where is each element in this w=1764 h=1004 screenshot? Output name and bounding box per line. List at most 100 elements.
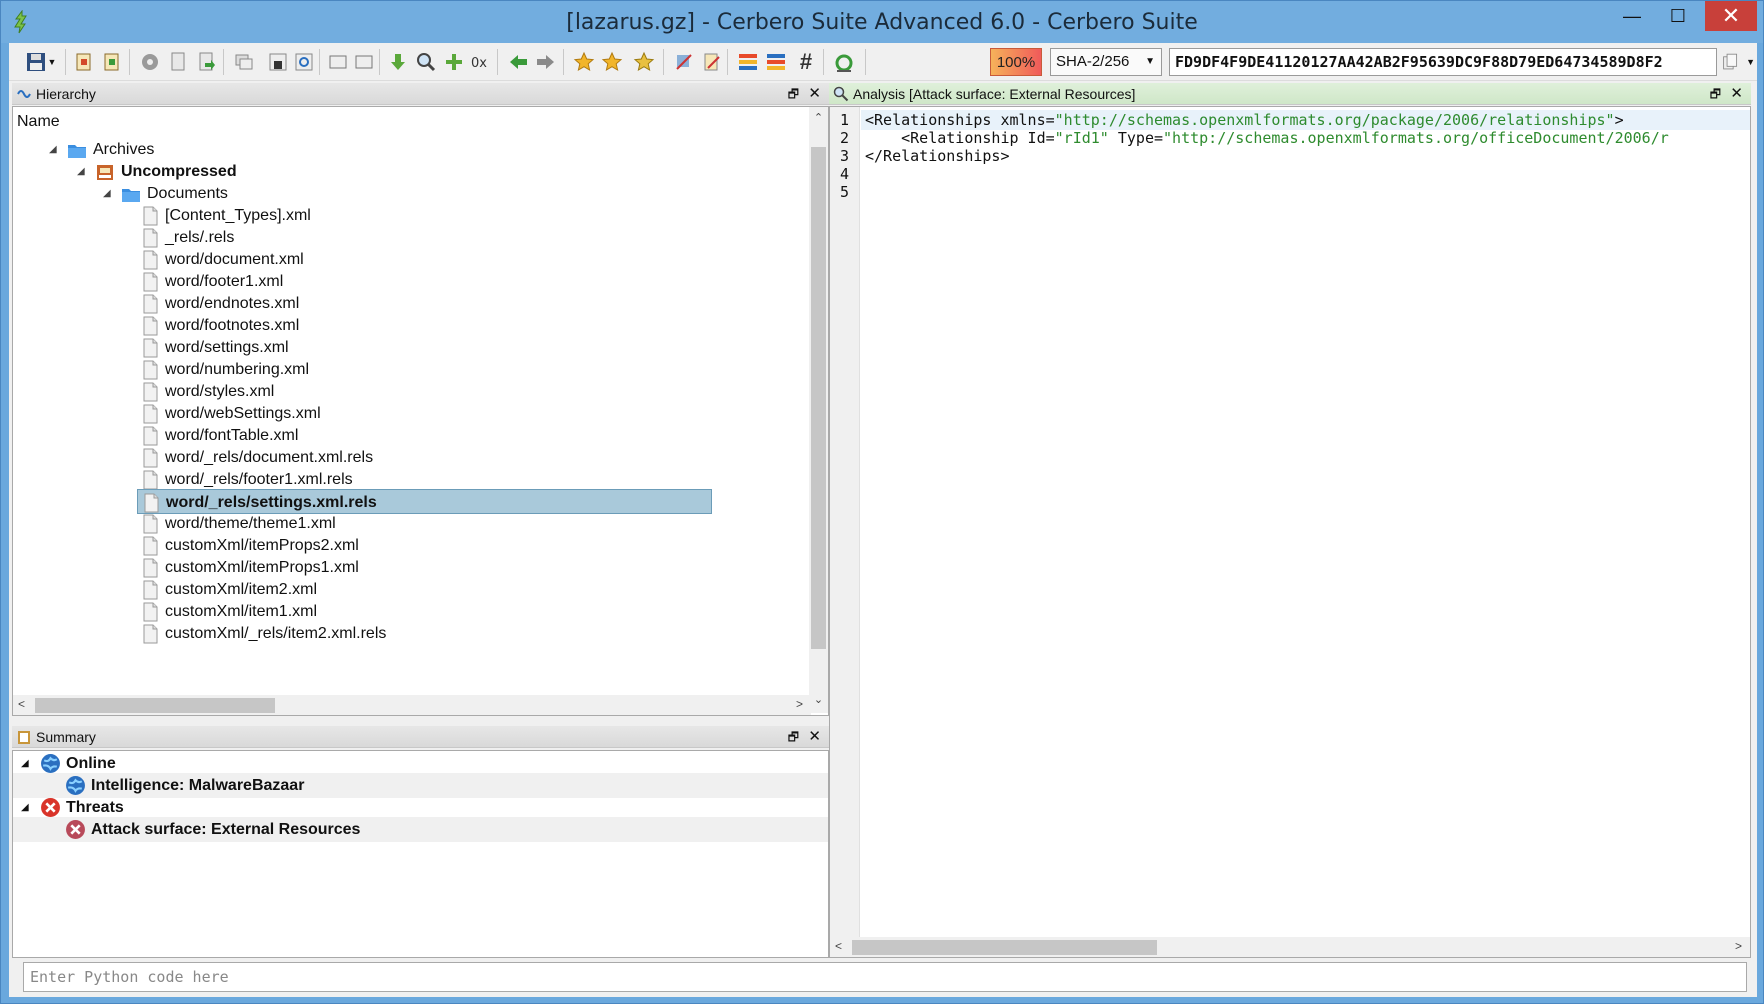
scroll-down-icon[interactable]: ⌄ (809, 693, 828, 711)
hex-search-icon[interactable]: 0x (467, 49, 493, 75)
close-window-button[interactable]: ✕ (1705, 1, 1757, 31)
float-panel-icon[interactable]: 🗗 (788, 83, 799, 105)
file-icon (143, 382, 158, 402)
float-panel-icon[interactable]: 🗗 (1710, 83, 1721, 105)
hash-algorithm-select[interactable]: SHA-2/256 ▼ (1050, 48, 1162, 76)
code-line: <Relationship Id="rId1" Type="http://sch… (865, 129, 1669, 147)
refresh-window-icon[interactable] (291, 49, 317, 75)
frame-alt-icon[interactable] (351, 49, 377, 75)
line-number-gutter: 1 2 3 4 5 (830, 107, 860, 957)
column-header-name[interactable]: Name (13, 107, 811, 137)
line-number: 2 (840, 129, 850, 147)
forward-arrow-icon[interactable] (533, 49, 559, 75)
analysis-title: Analysis [Attack surface: External Resou… (853, 86, 1136, 102)
line-number: 4 (840, 165, 850, 183)
color-bars-alt-icon[interactable] (763, 49, 789, 75)
scroll-left-icon[interactable]: < (18, 697, 25, 711)
code-line: </Relationships> (865, 147, 1010, 165)
code-text: <Relationship Id= (865, 129, 1055, 147)
scroll-thumb[interactable] (811, 147, 826, 649)
archive-icon (97, 165, 113, 180)
line-number: 1 (840, 111, 850, 129)
sync-icon[interactable] (831, 49, 857, 75)
code-string: "http://schemas.openxmlformats.org/offic… (1163, 129, 1669, 147)
edit-icon[interactable] (699, 49, 725, 75)
hash-algorithm-value: SHA-2/256 (1056, 53, 1130, 70)
frame-icon[interactable] (325, 49, 351, 75)
scroll-right-icon[interactable]: > (796, 697, 803, 711)
scroll-left-icon[interactable]: < (835, 939, 842, 953)
scroll-right-icon[interactable]: > (1735, 939, 1742, 953)
python-green-icon[interactable] (385, 49, 411, 75)
vertical-scrollbar[interactable]: ⌃ ⌄ (809, 107, 828, 713)
file-icon (143, 316, 158, 336)
threat-icon (41, 798, 60, 817)
scroll-up-icon[interactable]: ⌃ (809, 111, 828, 129)
code-text: Type= (1108, 129, 1164, 147)
expand-arrow-icon[interactable]: ◢ (103, 181, 111, 206)
back-arrow-icon[interactable] (505, 49, 531, 75)
main-toolbar: ▼ 0x # 100% SHA-2/256 ▼ FD9DF4F9DE411201… (9, 43, 1757, 81)
file-icon (143, 228, 158, 248)
scroll-thumb[interactable] (852, 940, 1157, 955)
folder-icon (122, 189, 140, 202)
document-arrow-icon[interactable] (193, 49, 219, 75)
folder-icon (68, 145, 86, 158)
expand-arrow-icon[interactable]: ◢ (49, 137, 57, 162)
file-icon (143, 580, 158, 600)
file-icon (143, 250, 158, 270)
color-bars-icon[interactable] (735, 49, 761, 75)
code-string: "rId1" (1054, 129, 1109, 147)
star-icon[interactable] (599, 49, 625, 75)
summary-title: Summary (36, 729, 96, 745)
summary-tree: ◢ Online Intelligence: MalwareBazaar ◢ T… (12, 750, 829, 958)
paste-file-icon[interactable] (99, 49, 125, 75)
expand-arrow-icon[interactable]: ◢ (77, 159, 85, 184)
star-list-icon[interactable] (631, 49, 657, 75)
add-icon[interactable] (441, 49, 467, 75)
code-text: > (1614, 111, 1624, 129)
tree-file-item[interactable]: customXml/_rels/item2.xml.rels (137, 621, 697, 646)
hash-value-field[interactable]: FD9DF4F9DE41120127AA42AB2F95639DC9F88D79… (1169, 48, 1717, 76)
editor-horizontal-scrollbar[interactable]: < > (830, 937, 1750, 957)
settings-gear-icon[interactable] (137, 49, 163, 75)
file-icon (143, 426, 158, 446)
minimize-button[interactable]: — (1609, 1, 1655, 31)
client-area: ▼ 0x # 100% SHA-2/256 ▼ FD9DF4F9DE411201… (9, 43, 1757, 997)
summary-item-attack-surface[interactable]: Attack surface: External Resources (13, 817, 828, 842)
close-panel-icon[interactable]: ✕ (808, 83, 821, 105)
star-add-icon[interactable] (571, 49, 597, 75)
file-icon (143, 558, 158, 578)
zoom-level[interactable]: 100% (990, 48, 1042, 76)
chevron-down-icon: ▼ (1746, 57, 1755, 67)
file-icon (143, 294, 158, 314)
copy-hash-button[interactable]: ▼ (1721, 49, 1755, 75)
file-icon (144, 493, 159, 513)
file-icon (143, 624, 158, 644)
threat-icon (66, 820, 85, 839)
find-icon[interactable] (413, 49, 439, 75)
hash-icon[interactable]: # (793, 49, 819, 75)
scroll-thumb[interactable] (35, 698, 275, 713)
python-console-input[interactable] (23, 962, 1747, 992)
close-panel-icon[interactable]: ✕ (1730, 83, 1743, 105)
close-panel-icon[interactable]: ✕ (808, 726, 821, 748)
save-dropdown-icon[interactable]: ▼ (45, 49, 59, 75)
horizontal-scrollbar[interactable]: < > (13, 695, 811, 715)
file-icon (143, 206, 158, 226)
globe-icon (41, 754, 60, 773)
line-number: 5 (840, 183, 850, 201)
copy-file-icon[interactable] (71, 49, 97, 75)
float-panel-icon[interactable]: 🗗 (788, 726, 799, 748)
maximize-button[interactable]: ☐ (1655, 1, 1701, 31)
code-string: "http://schemas.openxmlformats.org/packa… (1054, 111, 1615, 129)
document-icon[interactable] (165, 49, 191, 75)
file-icon (143, 536, 158, 556)
save-workspace-icon[interactable] (265, 49, 291, 75)
windows-icon[interactable] (231, 49, 257, 75)
file-icon (143, 602, 158, 622)
code-text: </Relationships> (865, 147, 1010, 165)
tools-icon[interactable] (671, 49, 697, 75)
code-editor[interactable]: 1 2 3 4 5 <Relationships xmlns="http://s… (829, 106, 1751, 958)
file-icon (143, 448, 158, 468)
